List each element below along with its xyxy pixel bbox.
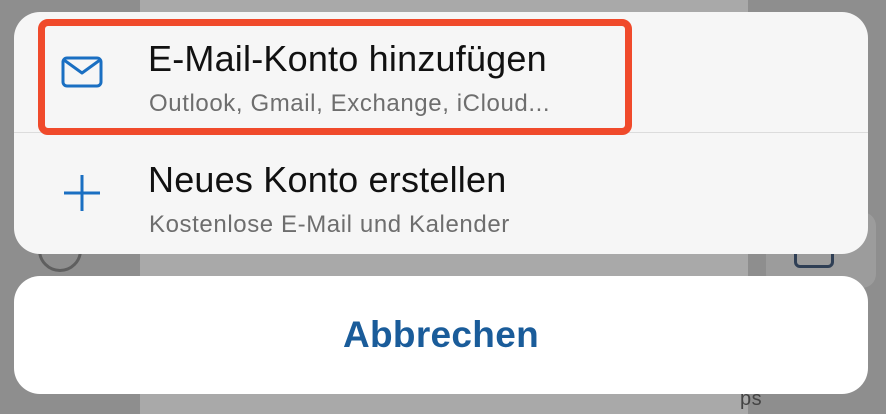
plus-icon [58, 173, 106, 213]
add-email-account-subtitle: Outlook, Gmail, Exchange, iCloud... [149, 90, 551, 117]
mail-icon [58, 52, 106, 92]
create-new-account-subtitle: Kostenlose E-Mail und Kalender [149, 211, 510, 238]
create-new-account-option[interactable]: Neues Konto erstellen Kostenlose E-Mail … [14, 133, 868, 253]
create-new-account-title: Neues Konto erstellen [148, 159, 507, 200]
add-email-account-title: E-Mail-Konto hinzufügen [148, 38, 547, 79]
add-email-account-option[interactable]: E-Mail-Konto hinzufügen Outlook, Gmail, … [14, 12, 868, 132]
cancel-button[interactable]: Abbrechen [14, 276, 868, 394]
account-action-sheet: E-Mail-Konto hinzufügen Outlook, Gmail, … [14, 12, 868, 254]
